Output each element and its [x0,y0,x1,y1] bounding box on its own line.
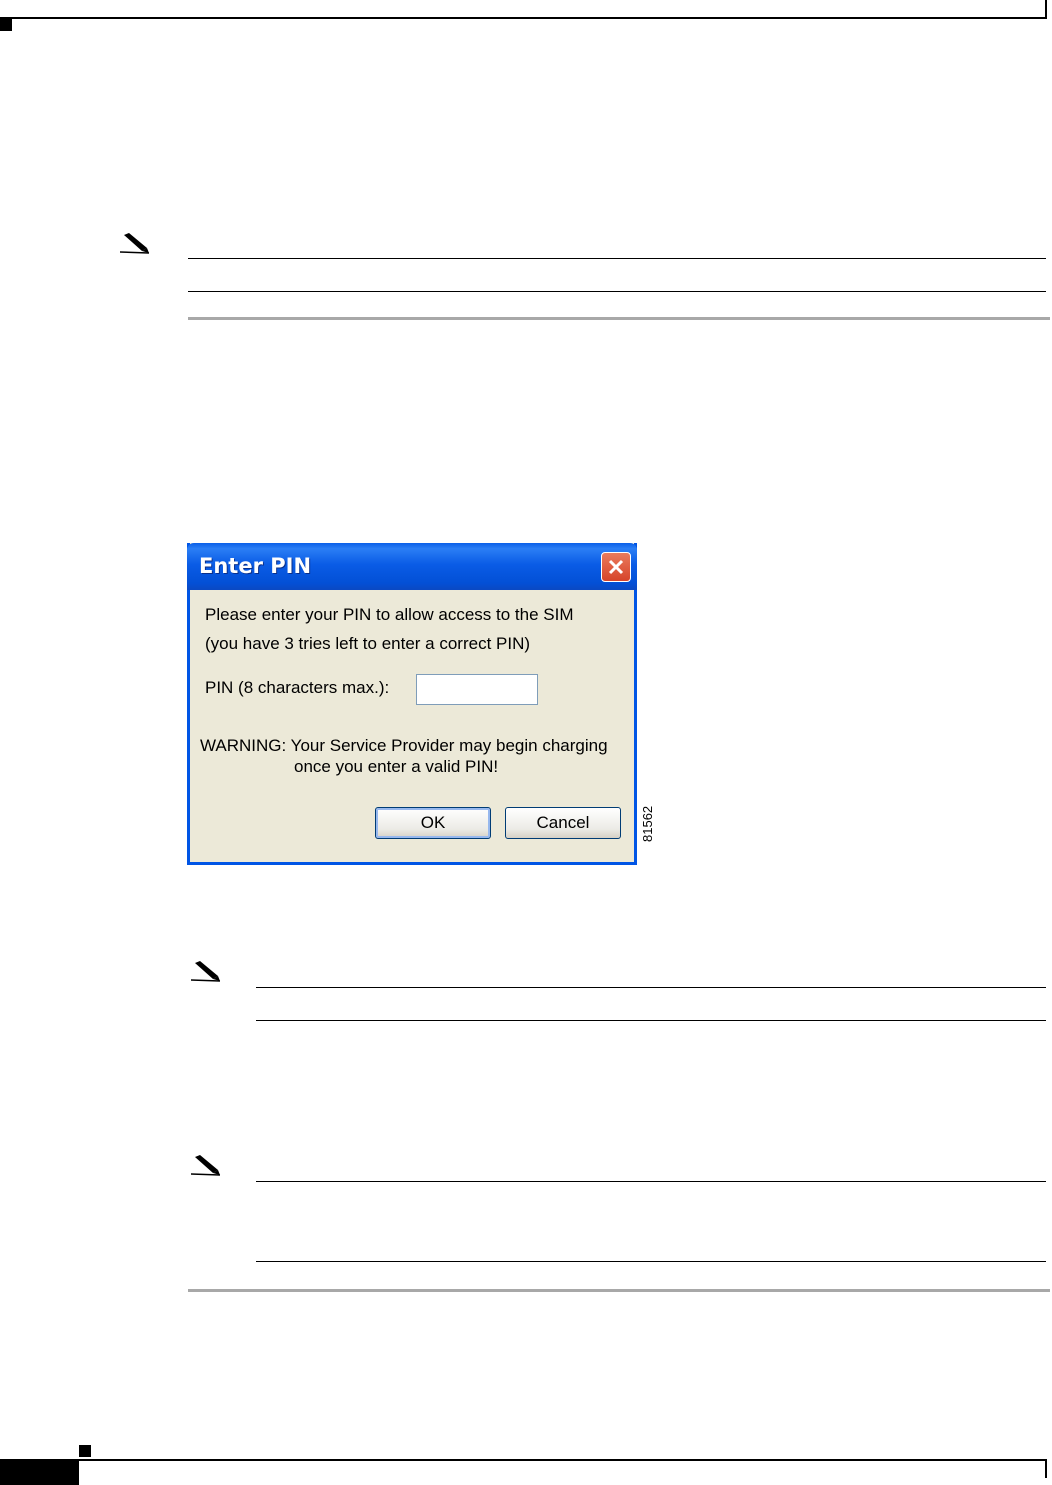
warning-line2: once you enter a valid PIN! [294,757,499,776]
dialog-prompt-line2: (you have 3 tries left to enter a correc… [205,634,531,653]
note-top-rule [188,258,1046,259]
ok-button[interactable]: OK [375,807,491,839]
dialog-title: Enter PIN [199,554,312,578]
section-divider [188,317,1050,320]
close-button[interactable] [601,552,631,582]
dialog-titlebar: Enter PIN [187,543,637,590]
dialog-prompt-line1: Please enter your PIN to allow access to… [205,605,574,624]
header-edge-mark [1045,0,1047,19]
note-top-rule [256,1181,1046,1182]
close-icon [608,559,624,575]
header-rule [0,17,1047,19]
warning-line1: WARNING: Your Service Provider may begin… [200,736,608,755]
note-pencil-icon [191,961,221,982]
note-pencil-icon [191,1155,221,1176]
pin-input[interactable] [416,674,538,705]
note-pencil-icon [120,233,150,254]
cancel-button[interactable]: Cancel [505,807,621,839]
note-top-rule [256,987,1046,988]
pin-label: PIN (8 characters max.): [205,678,390,697]
section-divider [188,1289,1050,1292]
note-bottom-rule [256,1261,1046,1262]
footer-edge-mark [1045,1461,1047,1478]
enter-pin-dialog: Enter PIN Please enter your PIN to allow… [187,543,637,865]
figure-number: 81562 [640,805,655,842]
footer-rule [0,1459,1047,1461]
footer-page-tab [0,1461,79,1485]
note-bottom-rule [188,291,1046,292]
note-bottom-rule [256,1020,1046,1021]
header-corner-block [0,19,12,31]
footer-corner-block [79,1445,91,1457]
